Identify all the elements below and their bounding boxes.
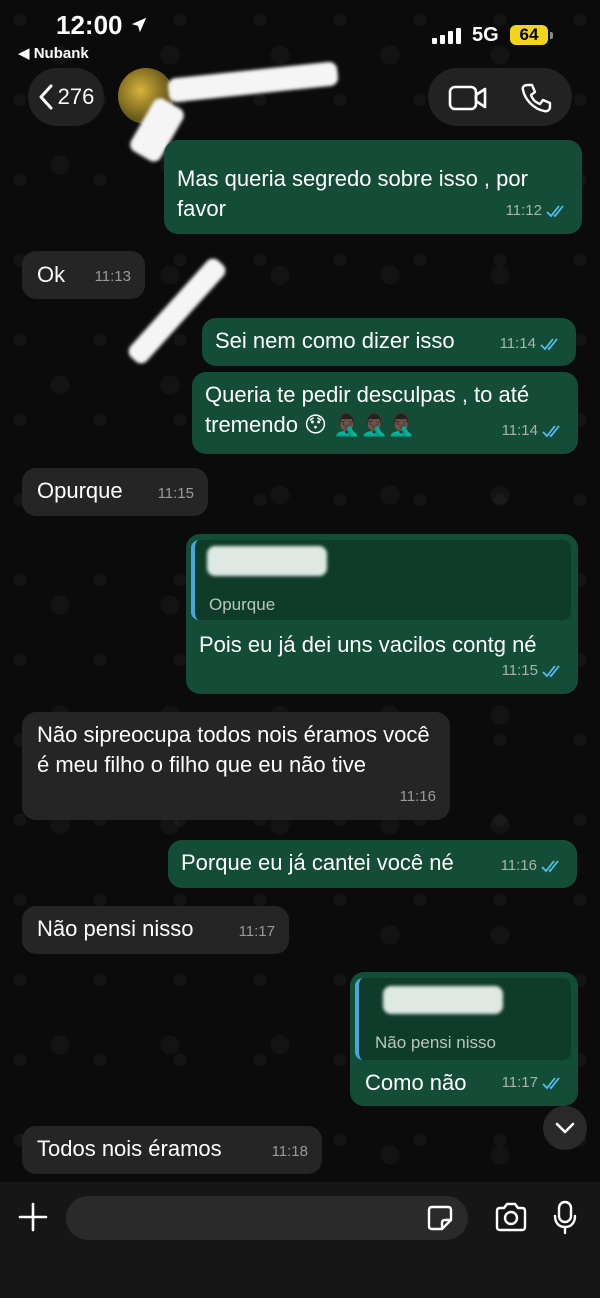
message-text: Porque eu já cantei você né xyxy=(181,850,454,875)
status-time: 12:00 xyxy=(56,10,123,40)
message-text: Não pensi nisso xyxy=(37,916,194,941)
message-text: Como não xyxy=(365,1070,467,1095)
message-meta: 11:17 xyxy=(502,1068,564,1098)
video-camera-icon[interactable] xyxy=(448,84,488,112)
quoted-message[interactable]: Opurque xyxy=(191,540,571,620)
message-text: Opurque xyxy=(37,478,123,503)
battery-indicator: 64 xyxy=(510,25,548,45)
call-actions xyxy=(428,68,572,126)
message-meta: 11:14 xyxy=(502,416,564,446)
message-meta: 11:13 xyxy=(95,262,131,292)
chat-header: 276 xyxy=(0,61,600,128)
message-time: 11:18 xyxy=(271,1143,308,1160)
message-time: 11:15 xyxy=(501,662,538,679)
chevron-down-icon xyxy=(555,1122,575,1134)
double-check-icon xyxy=(541,860,559,873)
battery-tip xyxy=(550,32,553,39)
message-text: Pois eu já dei uns vacilos contg né xyxy=(199,632,537,657)
message-time: 11:14 xyxy=(501,422,538,439)
message-meta: 11:18 xyxy=(272,1137,308,1167)
quoted-message[interactable]: Não pensi nisso xyxy=(355,978,571,1060)
message-meta: 11:16 xyxy=(400,782,436,812)
sticker-icon[interactable] xyxy=(426,1204,454,1232)
camera-icon[interactable] xyxy=(494,1202,528,1232)
double-check-icon xyxy=(540,338,558,351)
back-button[interactable]: 276 xyxy=(28,68,104,126)
quoted-text: Opurque xyxy=(209,595,276,614)
message-meta: 11:17 xyxy=(239,917,275,947)
message-incoming[interactable]: Opurque 11:15 xyxy=(22,468,208,516)
message-meta: 11:14 xyxy=(500,329,562,359)
chevron-left-icon xyxy=(39,84,53,110)
phone-icon[interactable] xyxy=(520,82,552,114)
message-text: Sei nem como dizer isso xyxy=(215,328,455,353)
message-time: 11:16 xyxy=(500,857,537,874)
redacted-contact-name xyxy=(167,61,339,103)
message-time: 11:17 xyxy=(238,923,275,940)
message-text: Não sipreocupa todos nois éramos você é … xyxy=(37,722,430,777)
message-meta: 11:12 xyxy=(506,196,568,226)
microphone-icon[interactable] xyxy=(552,1200,578,1236)
scroll-to-bottom-button[interactable] xyxy=(543,1106,587,1150)
message-outgoing[interactable]: Opurque Pois eu já dei uns vacilos contg… xyxy=(186,534,578,694)
message-outgoing[interactable]: Sei nem como dizer isso 11:14 xyxy=(202,318,576,366)
redacted-quote-author xyxy=(207,546,327,576)
location-arrow-icon xyxy=(131,17,147,33)
message-outgoing[interactable]: Não pensi nisso Como não 11:17 xyxy=(350,972,578,1106)
message-input[interactable] xyxy=(66,1196,468,1240)
message-text: Todos nois éramos xyxy=(37,1136,222,1161)
network-type: 5G xyxy=(472,24,499,46)
plus-icon[interactable] xyxy=(18,1202,48,1232)
unread-count: 276 xyxy=(57,84,95,109)
double-check-icon xyxy=(542,425,560,438)
redacted-quote-author xyxy=(383,986,503,1014)
message-text: Ok xyxy=(37,262,66,287)
signal-bars-icon xyxy=(432,28,461,44)
message-incoming[interactable]: Não pensi nisso 11:17 xyxy=(22,906,289,954)
message-time: 11:13 xyxy=(94,268,131,285)
message-outgoing[interactable]: Queria te pedir desculpas , to até treme… xyxy=(192,372,578,454)
double-check-icon xyxy=(542,665,560,678)
message-meta: 11:15 xyxy=(502,656,564,686)
message-outgoing[interactable]: Porque eu já cantei você né 11:16 xyxy=(168,840,577,888)
status-bar: 12:00 ◀ Nubank 5G 64 xyxy=(0,0,600,62)
message-time: 11:16 xyxy=(399,788,436,805)
message-time: 11:12 xyxy=(505,202,542,219)
quoted-text: Não pensi nisso xyxy=(375,1033,496,1052)
message-incoming[interactable]: Ok 11:13 xyxy=(22,251,145,299)
message-incoming[interactable]: Não sipreocupa todos nois éramos você é … xyxy=(22,712,450,820)
message-time: 11:15 xyxy=(157,485,194,502)
message-meta: 11:15 xyxy=(158,479,194,509)
message-composer xyxy=(0,1182,600,1298)
double-check-icon xyxy=(546,205,564,218)
message-incoming[interactable]: Todos nois éramos 11:18 xyxy=(22,1126,322,1174)
double-check-icon xyxy=(542,1077,560,1090)
message-meta: 11:16 xyxy=(501,851,563,881)
message-time: 11:14 xyxy=(499,335,536,352)
message-outgoing[interactable]: Mas queria segredo sobre isso , por favo… xyxy=(164,140,582,234)
back-to-app-link[interactable]: ◀ Nubank xyxy=(18,44,89,62)
message-time: 11:17 xyxy=(501,1074,538,1091)
